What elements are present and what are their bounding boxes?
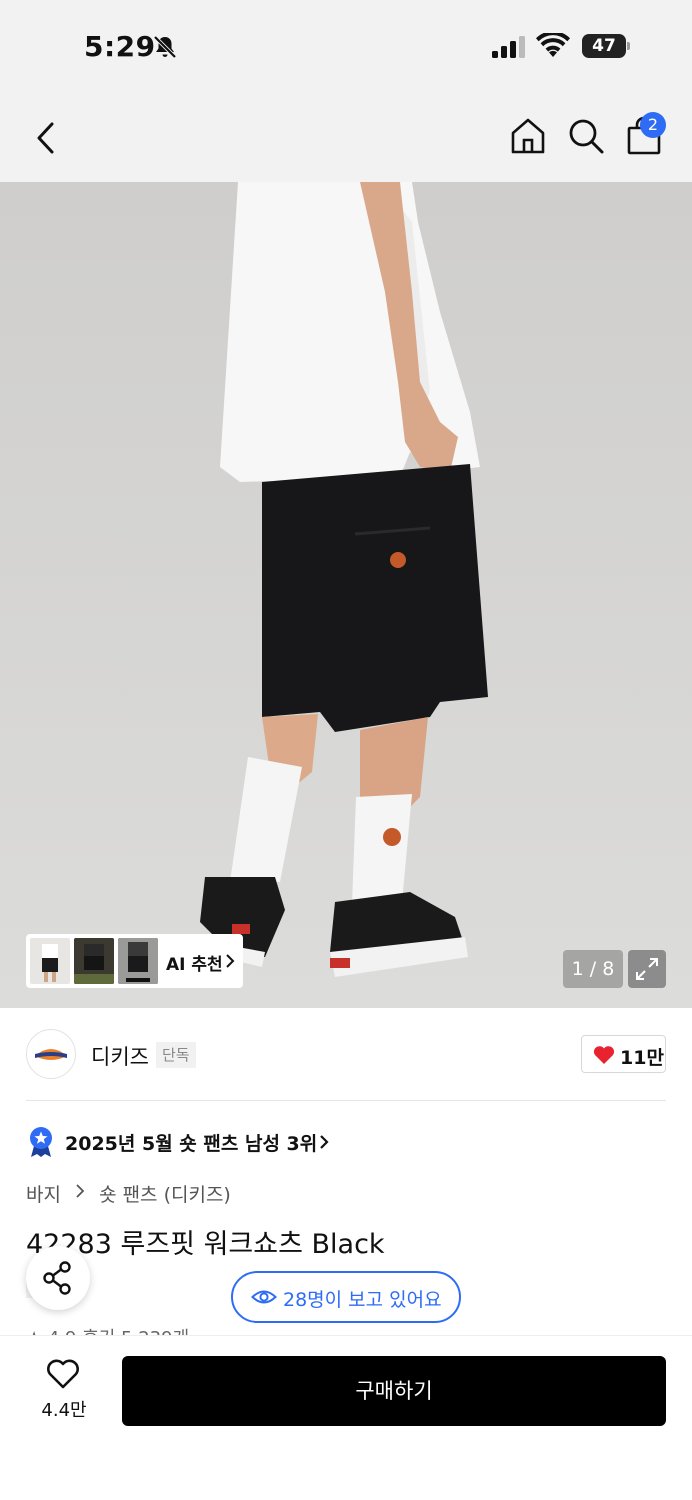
top-navigation: 2 <box>0 96 692 182</box>
battery-level: 47 <box>582 34 626 58</box>
product-image-gallery[interactable] <box>0 182 692 1008</box>
ai-thumbnail <box>74 938 114 984</box>
wishlist-button[interactable]: 4.4만 <box>26 1356 102 1426</box>
divider <box>26 1100 666 1101</box>
image-page-indicator: 1 / 8 <box>563 950 623 988</box>
ai-recommendation-button[interactable]: AI 추천 <box>26 934 243 988</box>
live-viewers-pill: 28명이 보고 있어요 <box>231 1271 461 1323</box>
chevron-right-icon <box>320 1135 329 1149</box>
expand-icon[interactable] <box>628 950 666 988</box>
eye-icon <box>251 1290 277 1304</box>
live-viewers-text: 28명이 보고 있어요 <box>283 1289 442 1311</box>
breadcrumb-category[interactable]: 바지 <box>26 1180 61 1207</box>
battery-cap <box>627 42 630 50</box>
ranking-link[interactable]: 2025년 5월 숏 팬츠 남성 3위 <box>65 1129 317 1156</box>
brand-name[interactable]: 디키즈 <box>91 1041 149 1071</box>
battery-indicator: 47 <box>582 34 630 58</box>
brand-exclusive-tag: 단독 <box>156 1042 196 1068</box>
ai-thumbnail <box>118 938 158 984</box>
bell-off-icon <box>153 35 177 59</box>
bottom-action-bar: 4.4만 구매하기 <box>0 1335 692 1500</box>
signal-icon <box>492 36 525 58</box>
share-button[interactable] <box>26 1246 90 1310</box>
chevron-right-icon <box>76 1184 85 1198</box>
breadcrumb: 바지 숏 팬츠 (디키즈) <box>26 1180 231 1207</box>
heart-outline-icon <box>47 1359 79 1389</box>
ranking-badge-icon <box>30 1127 52 1157</box>
back-button[interactable] <box>26 116 66 160</box>
product-photo <box>0 182 692 1008</box>
brand-logo[interactable] <box>26 1029 76 1079</box>
brand-like-button[interactable]: 11만 <box>581 1035 666 1073</box>
status-time: 5:29 <box>84 30 156 63</box>
heart-filled-icon <box>593 1046 615 1064</box>
share-icon <box>43 1261 71 1295</box>
cart-count-badge: 2 <box>640 112 666 138</box>
brand-like-count: 11만 <box>620 1047 664 1069</box>
breadcrumb-subcategory[interactable]: 숏 팬츠 (디키즈) <box>99 1180 231 1207</box>
buy-button[interactable]: 구매하기 <box>122 1356 666 1426</box>
status-bar: 5:29 47 <box>0 0 692 96</box>
search-icon[interactable] <box>566 116 606 156</box>
ai-thumbnail <box>30 938 70 984</box>
ai-recommendation-label: AI 추천 <box>166 955 223 975</box>
home-icon[interactable] <box>508 116 548 156</box>
wifi-icon <box>536 33 570 57</box>
chevron-right-icon <box>226 954 235 968</box>
wishlist-count: 4.4만 <box>41 1400 87 1421</box>
